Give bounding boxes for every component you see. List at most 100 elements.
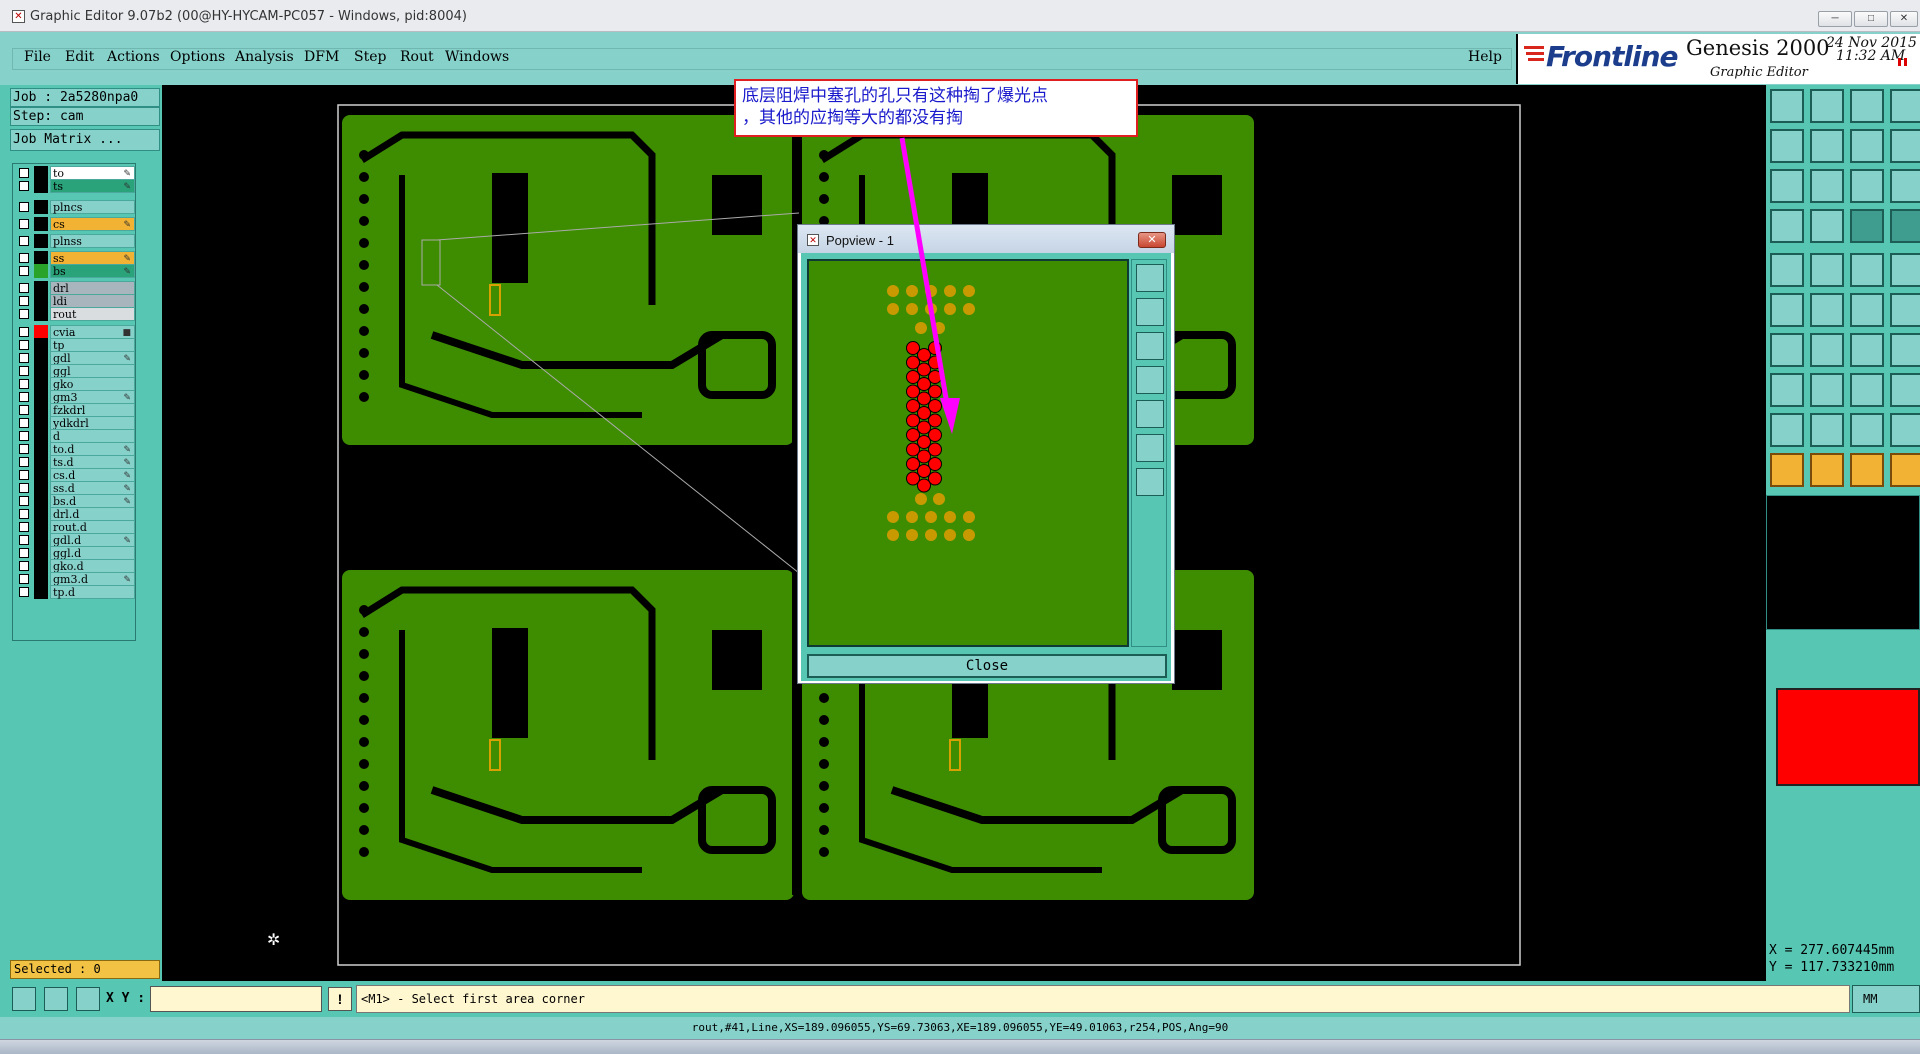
layer-color-swatch[interactable]	[34, 390, 48, 404]
pan-right-icon[interactable]	[1136, 400, 1164, 428]
layer-checkbox[interactable]	[19, 181, 29, 191]
measure-icon[interactable]	[44, 987, 68, 1011]
layer-color-swatch[interactable]	[34, 572, 48, 586]
layer-color-swatch[interactable]	[34, 585, 48, 599]
layer-color-swatch[interactable]	[34, 294, 48, 308]
layer-row-tp-d[interactable]: tp.d	[15, 585, 135, 599]
layer-color-swatch[interactable]	[34, 546, 48, 560]
layer-name[interactable]: fzkdrl	[50, 403, 135, 417]
slash-red-icon[interactable]	[1770, 333, 1804, 367]
layer-row-drl-d[interactable]: drl.d	[15, 507, 135, 521]
fence-icon[interactable]	[1890, 333, 1920, 367]
layer-checkbox[interactable]	[19, 444, 29, 454]
home-icon[interactable]	[1850, 89, 1884, 123]
fit-vertical-icon[interactable]	[1770, 169, 1804, 203]
close-window-button[interactable]: ✕	[1890, 11, 1918, 27]
layer-row-ydkdrl[interactable]: ydkdrl	[15, 416, 135, 430]
layer-row-gm3[interactable]: gm3 ✎	[15, 390, 135, 404]
layer-checkbox[interactable]	[19, 327, 29, 337]
move-right-icon[interactable]	[1810, 129, 1844, 163]
ratio-icon[interactable]	[1850, 169, 1884, 203]
layer-checkbox[interactable]	[19, 168, 29, 178]
layer-checkbox[interactable]	[19, 470, 29, 480]
layer-row-to-d[interactable]: to.d ✎	[15, 442, 135, 456]
layer-name[interactable]: plnss	[50, 234, 135, 248]
layer-checkbox[interactable]	[19, 379, 29, 389]
net-alt-icon[interactable]	[1890, 209, 1920, 243]
connect-alt-icon[interactable]	[1890, 293, 1920, 327]
zoom-window-icon[interactable]	[1136, 264, 1164, 292]
layer-name[interactable]: ggl.d	[50, 546, 135, 560]
units-button[interactable]: MM	[1852, 985, 1920, 1013]
layer-name[interactable]: cs.d ✎	[50, 468, 135, 482]
popview-zoom-view[interactable]	[807, 259, 1129, 647]
layer-checkbox[interactable]	[19, 431, 29, 441]
current-color-swatch[interactable]	[1776, 688, 1920, 786]
job-matrix-button[interactable]: Job Matrix ...	[10, 129, 160, 151]
layer-row-tp[interactable]: tp	[15, 338, 135, 352]
pointer-box-icon[interactable]	[1810, 453, 1844, 487]
layer-row-bs-d[interactable]: bs.d ✎	[15, 494, 135, 508]
layer-checkbox[interactable]	[19, 574, 29, 584]
layer-color-swatch[interactable]	[34, 442, 48, 456]
layer-color-swatch[interactable]	[34, 416, 48, 430]
a-bar-icon[interactable]	[1850, 413, 1884, 447]
layer-row-ts-d[interactable]: ts.d ✎	[15, 455, 135, 469]
layer-color-swatch[interactable]	[34, 281, 48, 295]
layer-name[interactable]: tp	[50, 338, 135, 352]
edit-down-icon[interactable]	[1810, 89, 1844, 123]
snap-mode-icon[interactable]	[12, 987, 36, 1011]
net-icon[interactable]	[1850, 209, 1884, 243]
layer-color-swatch[interactable]	[34, 533, 48, 547]
pointer-red-icon[interactable]	[1850, 453, 1884, 487]
layer-color-swatch[interactable]	[34, 494, 48, 508]
layer-name[interactable]: tp.d	[50, 585, 135, 599]
layer-row-rout-d[interactable]: rout.d	[15, 520, 135, 534]
layout-icon[interactable]	[1890, 129, 1920, 163]
layer-name[interactable]: to ✎	[50, 166, 135, 180]
layer-row-ldi[interactable]: ldi	[15, 294, 135, 308]
menu-step[interactable]: Step	[354, 49, 386, 65]
layer-row-ss-d[interactable]: ss.d ✎	[15, 481, 135, 495]
layer-row-to[interactable]: to ✎	[15, 166, 135, 180]
popview-close-x-button[interactable]: ✕	[1138, 232, 1166, 248]
xy-input[interactable]	[150, 986, 322, 1012]
layer-checkbox[interactable]	[19, 309, 29, 319]
pointer-path-icon[interactable]	[1890, 453, 1920, 487]
layer-checkbox[interactable]	[19, 522, 29, 532]
layer-row-cs[interactable]: cs ✎	[15, 217, 135, 231]
layer-name[interactable]: ggl	[50, 364, 135, 378]
layer-name[interactable]: bs.d ✎	[50, 494, 135, 508]
layer-color-swatch[interactable]	[34, 234, 48, 248]
question-icon[interactable]	[1890, 169, 1920, 203]
layer-name[interactable]: d	[50, 429, 135, 443]
layer-row-drl[interactable]: drl	[15, 281, 135, 295]
center-icon[interactable]	[1810, 169, 1844, 203]
a-shape-icon[interactable]	[1810, 413, 1844, 447]
layer-checkbox[interactable]	[19, 392, 29, 402]
layer-row-ss[interactable]: ss ✎	[15, 251, 135, 265]
layer-name[interactable]: gko	[50, 377, 135, 391]
layer-name[interactable]: ts.d ✎	[50, 455, 135, 469]
pan-up-icon[interactable]	[1136, 298, 1164, 326]
layer-name[interactable]: rout	[50, 307, 135, 321]
layer-checkbox[interactable]	[19, 483, 29, 493]
layer-name[interactable]: plncs	[50, 200, 135, 214]
resize-icon[interactable]	[1850, 373, 1884, 407]
layer-color-swatch[interactable]	[34, 403, 48, 417]
menu-analysis[interactable]: Analysis	[235, 49, 294, 65]
layer-color-swatch[interactable]	[34, 264, 48, 278]
layer-checkbox[interactable]	[19, 535, 29, 545]
zoom-out-icon[interactable]	[1136, 468, 1164, 496]
menu-rout[interactable]: Rout	[400, 49, 434, 65]
info-button[interactable]: !	[328, 987, 352, 1011]
layer-checkbox[interactable]	[19, 202, 29, 212]
layer-name[interactable]: drl	[50, 281, 135, 295]
layer-row-fzkdrl[interactable]: fzkdrl	[15, 403, 135, 417]
undo-icon[interactable]	[1890, 89, 1920, 123]
layer-checkbox[interactable]	[19, 219, 29, 229]
line-add-icon[interactable]	[1810, 253, 1844, 287]
maximize-button[interactable]: □	[1854, 11, 1888, 27]
layer-checkbox[interactable]	[19, 296, 29, 306]
layer-color-swatch[interactable]	[34, 351, 48, 365]
